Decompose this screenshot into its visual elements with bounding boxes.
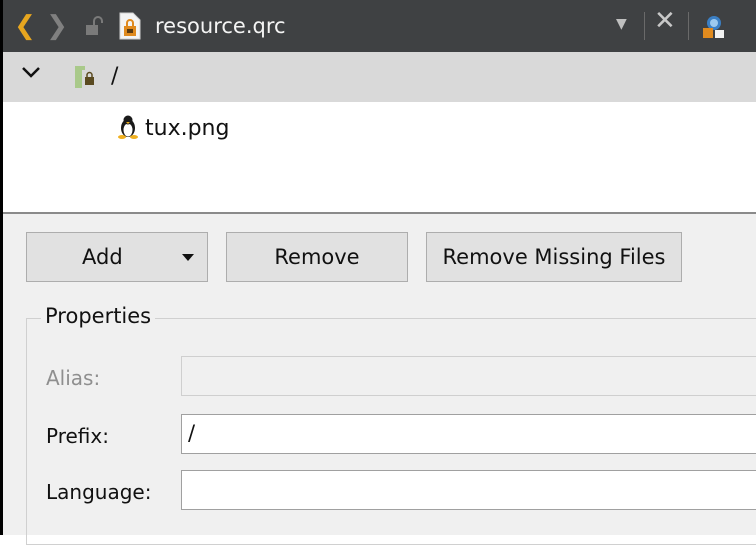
tux-image-icon (117, 114, 139, 140)
split-view-icon[interactable] (700, 14, 728, 38)
language-field[interactable] (181, 470, 756, 510)
tree-root-label: / (111, 64, 119, 89)
remove-button[interactable]: Remove (226, 232, 408, 282)
toolbar-separator (644, 12, 645, 40)
prefix-field[interactable]: / (181, 414, 756, 454)
dropdown-arrow-icon[interactable] (182, 254, 194, 261)
toolbar-separator (688, 12, 689, 40)
prefix-label: Prefix: (46, 424, 109, 448)
resource-tree[interactable]: / tux.png (3, 52, 756, 212)
language-label: Language: (46, 480, 152, 504)
chevron-down-icon[interactable] (21, 64, 47, 88)
close-icon[interactable]: ✕ (654, 8, 676, 34)
tree-file-label[interactable]: tux.png (145, 116, 229, 141)
prefix-folder-icon (73, 64, 101, 90)
forward-arrow-icon[interactable]: ❯ (41, 0, 73, 52)
resource-panel: Add Remove Remove Missing Files Properti… (3, 214, 756, 545)
document-dropdown-icon[interactable]: ▼ (616, 16, 627, 32)
tree-row-root[interactable]: / (3, 52, 756, 102)
remove-missing-files-button[interactable]: Remove Missing Files (426, 232, 682, 282)
document-title[interactable]: resource.qrc (155, 14, 286, 38)
alias-field (181, 356, 756, 396)
qrc-file-icon (117, 0, 143, 52)
unlock-icon[interactable] (79, 0, 109, 52)
alias-label: Alias: (46, 366, 101, 390)
back-arrow-icon[interactable]: ❮ (9, 0, 41, 52)
add-button-label: Add (82, 245, 123, 269)
add-button[interactable]: Add (26, 232, 208, 282)
properties-title: Properties (41, 304, 156, 328)
